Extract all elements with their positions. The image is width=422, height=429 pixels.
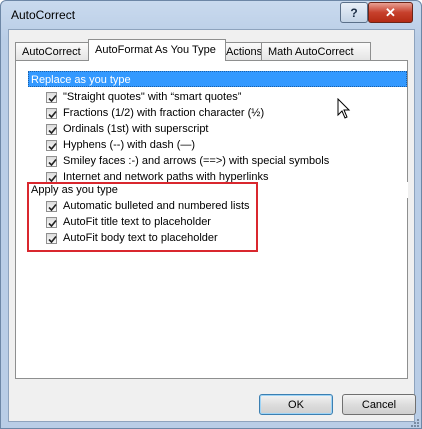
checkbox-icon[interactable] (46, 155, 57, 167)
checkbox-icon[interactable] (46, 107, 57, 119)
close-button[interactable]: ✕ (368, 2, 413, 23)
checkbox-icon[interactable] (46, 123, 57, 135)
resize-grip-icon[interactable] (411, 419, 420, 427)
highlight-box (27, 182, 258, 252)
autocorrect-dialog: AutoCorrect ? ✕ AutoCorrect AutoFormat A… (0, 0, 422, 429)
option-label: Ordinals (1st) with superscript (63, 123, 209, 135)
tab-autoformat-as-you-type[interactable]: AutoFormat As You Type (88, 39, 226, 61)
option-hyphens[interactable]: Hyphens (--) with dash (—) (46, 137, 195, 153)
option-fractions[interactable]: Fractions (1/2) with fraction character … (46, 105, 264, 121)
ok-button[interactable]: OK (259, 394, 333, 415)
option-label: Hyphens (--) with dash (—) (63, 139, 196, 151)
checkbox-icon[interactable] (46, 91, 57, 103)
tab-math-autocorrect[interactable]: Math AutoCorrect (261, 42, 371, 61)
mouse-pointer-icon (337, 98, 351, 119)
replace-as-you-type-header[interactable]: Replace as you type (28, 71, 407, 87)
tab-actions[interactable]: Actions (219, 42, 267, 61)
help-button[interactable]: ? (340, 2, 368, 23)
window-title: AutoCorrect (11, 8, 76, 22)
cancel-button[interactable]: Cancel (342, 394, 416, 415)
dialog-body: AutoCorrect AutoFormat As You Type Actio… (8, 29, 416, 422)
checkbox-icon[interactable] (46, 171, 57, 183)
option-ordinals[interactable]: Ordinals (1st) with superscript (46, 121, 209, 137)
tab-autocorrect[interactable]: AutoCorrect (15, 42, 89, 61)
option-label: "Straight quotes" with “smart quotes” (63, 91, 242, 103)
option-smart-quotes[interactable]: "Straight quotes" with “smart quotes” (46, 89, 241, 105)
option-label: Fractions (1/2) with fraction character … (63, 107, 265, 119)
checkbox-icon[interactable] (46, 139, 57, 151)
title-bar[interactable]: AutoCorrect ? ✕ (1, 1, 421, 29)
option-label: Smiley faces :-) and arrows (==>) with s… (63, 155, 330, 167)
option-smiley-arrows[interactable]: Smiley faces :-) and arrows (==>) with s… (46, 153, 329, 169)
